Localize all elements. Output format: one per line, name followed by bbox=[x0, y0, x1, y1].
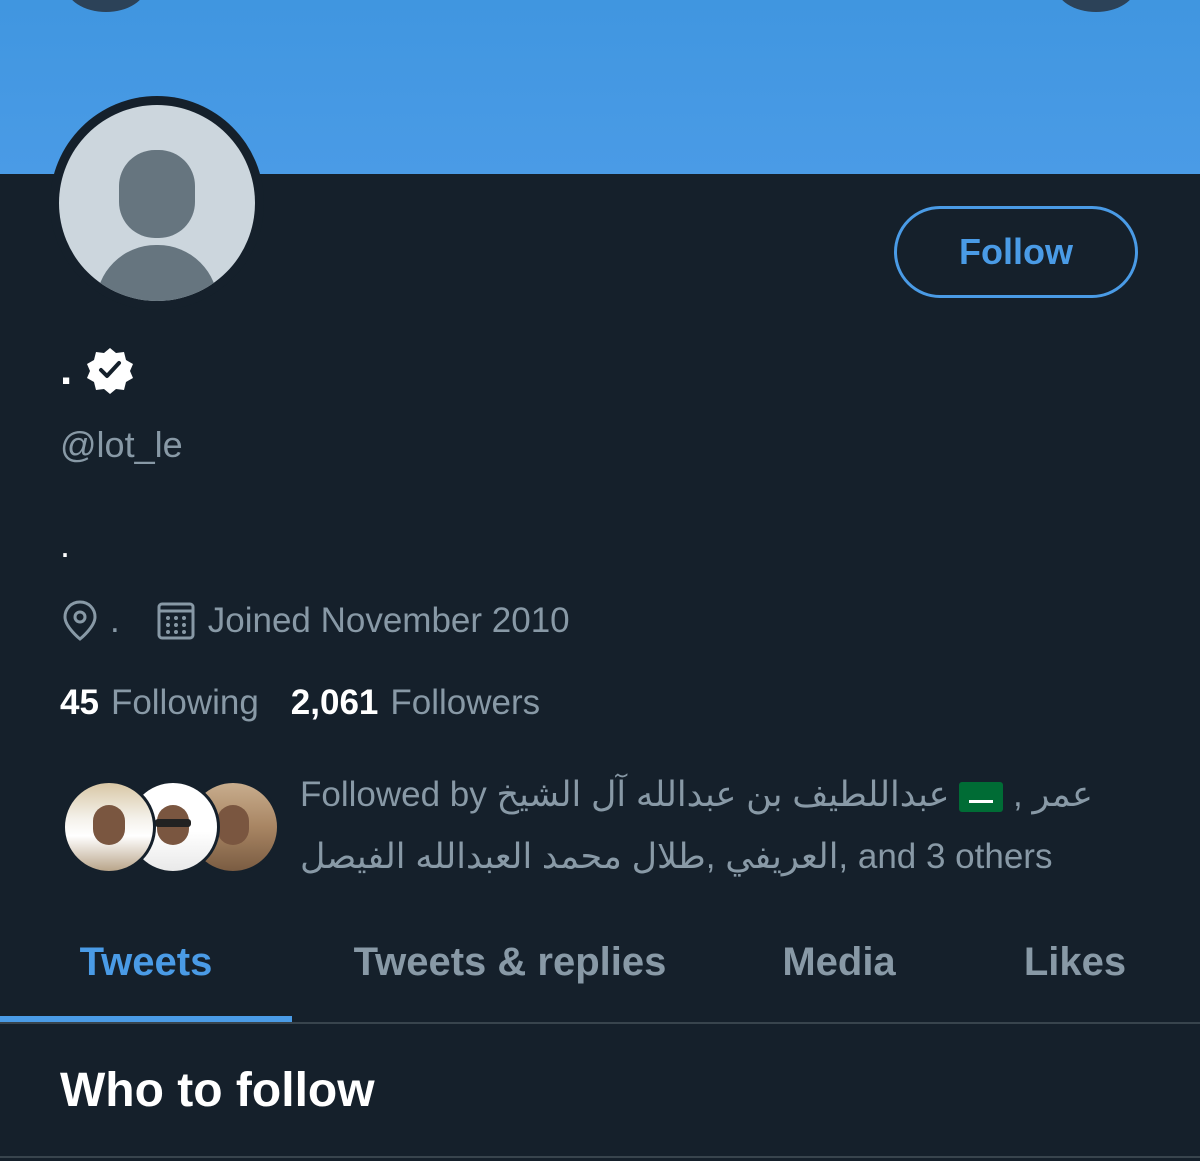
tab-tweets-replies[interactable]: Tweets & replies bbox=[292, 920, 728, 1020]
divider bbox=[0, 1156, 1200, 1158]
bio: . bbox=[60, 524, 71, 565]
followers-label[interactable]: Followers bbox=[390, 683, 540, 723]
display-name: . bbox=[60, 345, 73, 394]
followed-by-text[interactable]: Followed by عبداللطيف بن عبدالله آل الشي… bbox=[300, 764, 1160, 888]
handle: @lot_le bbox=[60, 424, 183, 465]
active-tab-indicator bbox=[0, 1016, 292, 1022]
follower-name: العريفي bbox=[725, 837, 839, 876]
profile-meta: . Joined November 2010 bbox=[60, 596, 570, 646]
follower-name: طلال محمد العبدالله الفيصل bbox=[300, 837, 706, 876]
followed-by-avatars[interactable] bbox=[62, 780, 280, 874]
default-avatar-body-icon bbox=[96, 245, 218, 301]
profile-tabs: Tweets Tweets & replies Media Likes bbox=[0, 920, 1200, 1024]
joined-date: Joined November 2010 bbox=[207, 601, 570, 640]
follow-button[interactable]: Follow bbox=[894, 206, 1138, 298]
default-avatar-head-icon bbox=[119, 150, 195, 238]
back-button[interactable] bbox=[66, 0, 146, 12]
more-options-button[interactable] bbox=[1056, 0, 1136, 12]
avatar[interactable] bbox=[59, 105, 255, 301]
follower-name: عمر bbox=[1032, 775, 1093, 814]
location-text: . bbox=[110, 601, 120, 640]
follower-avatar bbox=[62, 780, 156, 874]
tab-likes[interactable]: Likes bbox=[950, 920, 1200, 1020]
saudi-flag-icon bbox=[959, 781, 1004, 812]
who-to-follow-title: Who to follow bbox=[60, 1064, 375, 1117]
follow-stats: 45 Following 2,061 Followers bbox=[60, 678, 572, 728]
following-count[interactable]: 45 bbox=[60, 683, 99, 723]
following-label[interactable]: Following bbox=[111, 683, 259, 723]
tab-tweets[interactable]: Tweets bbox=[0, 920, 292, 1020]
tab-media[interactable]: Media bbox=[728, 920, 950, 1020]
verified-badge-icon bbox=[87, 348, 134, 394]
calendar-icon bbox=[157, 602, 195, 640]
name-row: . bbox=[60, 340, 134, 400]
location-pin-icon bbox=[63, 600, 97, 641]
followers-count[interactable]: 2,061 bbox=[291, 683, 379, 723]
follower-name: عبداللطيف بن عبدالله آل الشيخ bbox=[496, 775, 950, 814]
